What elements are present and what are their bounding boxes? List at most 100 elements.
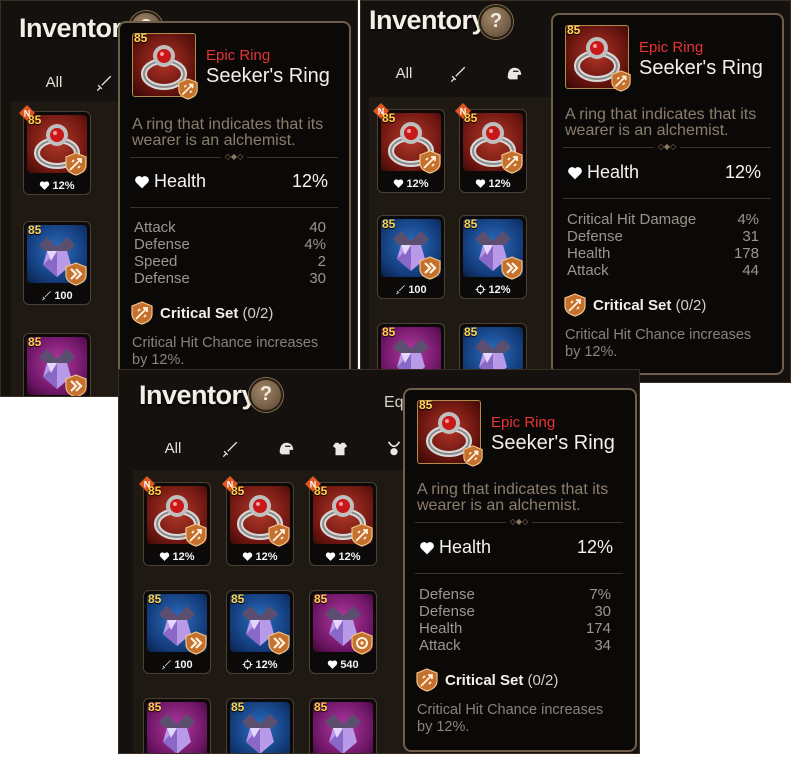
item-slot-gem[interactable]: 85 12% xyxy=(226,590,294,674)
substat-label: Defense xyxy=(134,236,190,253)
set-name: Critical Set xyxy=(593,297,672,314)
item-icon: 85 xyxy=(417,398,484,467)
item-tooltip: 85 Epic Ring Seeker's Ring A ring that i… xyxy=(403,388,637,752)
substat-values: 7% 30 174 34 xyxy=(555,586,611,654)
item-level: 85 xyxy=(28,223,42,237)
substat-label: Attack xyxy=(567,262,609,279)
item-slot-gem[interactable]: 85 12% xyxy=(459,215,527,299)
item-level: 85 xyxy=(314,592,328,606)
item-stat-value: 12% xyxy=(255,659,278,671)
item-slot-ring[interactable]: 85 12% xyxy=(226,482,294,566)
substat-labels: Attack Defense Speed Defense xyxy=(134,219,190,287)
item-level: 85 xyxy=(148,700,162,714)
item-slot-ring[interactable]: 85 12% xyxy=(309,482,377,566)
set-description-line: Critical Hit Chance increases xyxy=(565,327,752,343)
tab-weapon[interactable] xyxy=(217,434,243,464)
item-slot-gem[interactable]: 85 100 xyxy=(23,221,91,305)
heart-icon xyxy=(393,178,404,189)
help-button[interactable]: ? xyxy=(249,378,283,412)
speed-set-icon xyxy=(184,631,208,655)
tab-all[interactable]: All xyxy=(159,434,187,464)
tab-all[interactable]: All xyxy=(41,68,67,98)
description-line: A ring that indicates that its xyxy=(132,116,324,133)
item-grid: 85 12% 85 12% 85 100 85 12% 85 85 xyxy=(369,97,559,382)
divider: ◇◆◇ xyxy=(130,153,338,161)
substat-value: 2 xyxy=(317,253,326,270)
tab-armor[interactable] xyxy=(327,434,353,464)
item-main-stat: 12% xyxy=(24,180,90,192)
item-main-stat: 12% xyxy=(378,178,444,190)
item-name: Seeker's Ring xyxy=(639,57,763,79)
help-button[interactable]: ? xyxy=(479,5,513,39)
item-stat-value: 12% xyxy=(488,178,511,190)
item-level: 85 xyxy=(314,700,328,714)
item-slot-ring[interactable]: 85 12% xyxy=(377,109,445,193)
heart-icon xyxy=(475,178,486,189)
item-level: 85 xyxy=(464,111,478,125)
sword-icon xyxy=(95,74,113,92)
item-slot-gem[interactable]: 85 xyxy=(23,333,91,396)
item-main-stat: 12% xyxy=(460,284,526,296)
item-grid: 85 12% 85 100 85 xyxy=(11,101,121,396)
item-slot-gem[interactable]: 85 xyxy=(309,698,377,753)
item-rarity: Epic Ring xyxy=(206,47,271,64)
item-slot-gem[interactable]: 85 100 xyxy=(377,215,445,299)
item-level: 85 xyxy=(134,31,148,45)
main-stat-value: 12% xyxy=(291,171,328,191)
set-count: (0/2) xyxy=(675,297,707,314)
item-level: 85 xyxy=(464,217,478,231)
speed-set-icon xyxy=(64,262,88,286)
substat-value: 178 xyxy=(733,245,759,262)
tab-helmet[interactable] xyxy=(501,59,527,89)
substat-label: Defense xyxy=(419,586,475,603)
item-rarity: Epic Ring xyxy=(491,414,556,431)
item-slot-gem[interactable]: 85 xyxy=(143,698,211,753)
set-description: Critical Hit Chance increases by 12%. xyxy=(417,702,603,736)
tab-weapon[interactable] xyxy=(91,68,117,98)
critical-set-icon xyxy=(130,301,154,325)
substat-value: 34 xyxy=(594,637,611,654)
item-main-stat: 12% xyxy=(227,659,293,671)
set-description: Critical Hit Chance increases by 12%. xyxy=(132,335,318,369)
item-slot-ring[interactable]: 85 12% xyxy=(23,111,91,195)
item-slot-gem[interactable]: 85 540 xyxy=(309,590,377,674)
sword-icon xyxy=(41,290,52,301)
main-stat-label: Health xyxy=(439,537,492,557)
item-level: 85 xyxy=(314,484,328,498)
item-stat-value: 12% xyxy=(172,551,195,563)
substat-label: Defense xyxy=(419,603,475,620)
heart-icon xyxy=(419,540,435,556)
substat-value: 44 xyxy=(742,262,759,279)
item-level: 85 xyxy=(231,484,245,498)
substat-label: Critical Hit Damage xyxy=(567,211,697,228)
description-line: A ring that indicates that its xyxy=(565,106,757,123)
substat-value: 30 xyxy=(594,603,611,620)
tab-weapon[interactable] xyxy=(445,59,471,89)
tab-all[interactable]: All xyxy=(391,59,417,89)
item-slot-ring[interactable]: 85 12% xyxy=(143,482,211,566)
main-stat-value: 12% xyxy=(724,162,761,182)
speed-set-icon xyxy=(500,256,524,280)
sword-icon xyxy=(221,440,239,458)
item-stat-value: 12% xyxy=(406,178,429,190)
item-description: A ring that indicates that its wearer is… xyxy=(565,107,756,139)
item-level: 85 xyxy=(231,700,245,714)
filter-tabs: All xyxy=(391,59,561,93)
critical-set-icon xyxy=(462,445,484,467)
substat-values: 40 4% 2 30 xyxy=(270,219,326,287)
item-rarity: Epic Ring xyxy=(639,39,704,56)
tab-helmet[interactable] xyxy=(273,434,299,464)
item-level: 85 xyxy=(148,484,162,498)
set-description-line: by 12%. xyxy=(132,352,185,368)
item-slot-ring[interactable]: 85 12% xyxy=(459,109,527,193)
question-mark-icon: ? xyxy=(259,383,273,405)
item-slot-gem[interactable]: 85 xyxy=(226,698,294,753)
heart-icon xyxy=(567,165,583,181)
armor-icon xyxy=(332,442,348,456)
divider: ◇◆◇ xyxy=(563,143,771,151)
item-level: 85 xyxy=(382,217,396,231)
heart-icon xyxy=(39,180,50,191)
speed-set-icon xyxy=(267,631,291,655)
set-description-line: Critical Hit Chance increases xyxy=(132,335,319,351)
item-slot-gem[interactable]: 85 100 xyxy=(143,590,211,674)
